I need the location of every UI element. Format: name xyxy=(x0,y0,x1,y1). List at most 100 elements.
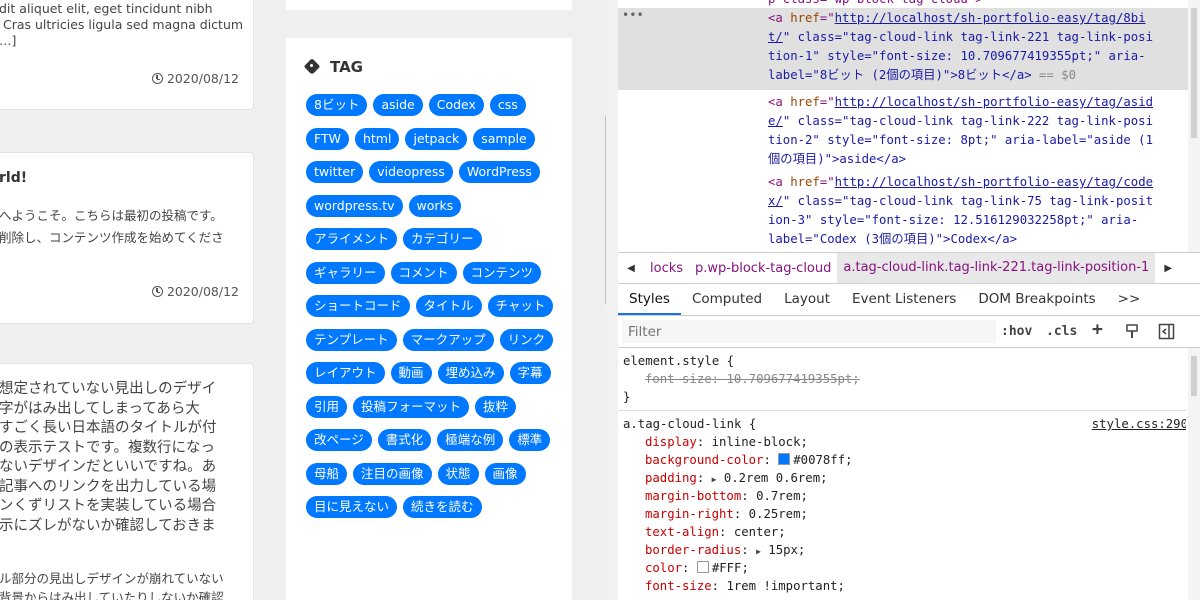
dom-node-line[interactable]: <a href="http://localhost/sh-portfolio-e… xyxy=(768,173,1153,191)
href-link[interactable]: e/ xyxy=(768,114,783,128)
tag-link[interactable]: 抜粋 xyxy=(475,395,517,418)
tag-link[interactable]: 極端な例 xyxy=(437,429,504,451)
tag-link[interactable]: 字幕 xyxy=(509,362,551,384)
tag-link[interactable]: チャット xyxy=(487,295,554,317)
style-source-link[interactable]: style.css:290 xyxy=(1092,415,1186,433)
breadcrumb-item-selected[interactable]: a.tag-cloud-link.tag-link-221.tag-link-p… xyxy=(837,253,1156,283)
tag-link[interactable]: wordpress.tv xyxy=(306,194,403,217)
expand-triangle-icon[interactable]: ▶ xyxy=(712,475,717,484)
style-declaration[interactable]: border-radius: ▶ 15px; xyxy=(645,541,805,561)
tag-link[interactable]: ショートコード xyxy=(306,295,410,317)
elements-scrollbar[interactable] xyxy=(1188,0,1200,252)
post-card[interactable]: 想定されていない見出しのデザイ 字がはみ出してしまってあら大 すごく長い日本語の… xyxy=(0,363,254,600)
color-swatch[interactable] xyxy=(778,453,791,465)
tag-link[interactable]: videopress xyxy=(369,161,453,183)
dom-node-line[interactable]: <a href="http://localhost/sh-portfolio-e… xyxy=(768,9,1146,27)
styles-scrollbar[interactable] xyxy=(1188,348,1200,600)
style-rule-selector[interactable]: element.style { xyxy=(623,352,734,370)
tag-link[interactable]: タイトル xyxy=(415,295,482,317)
href-link[interactable]: http://localhost/sh-portfolio-easy/tag/c… xyxy=(835,175,1153,189)
styles-filter-input[interactable] xyxy=(622,320,996,343)
tag-link[interactable]: 続きを読む xyxy=(403,496,482,518)
style-declaration[interactable]: padding: ▶ 0.2rem 0.6rem; xyxy=(645,469,828,489)
tag-link[interactable]: 状態 xyxy=(437,462,479,485)
tag-link[interactable]: html xyxy=(354,127,400,150)
tag-link[interactable]: 注目の画像 xyxy=(353,462,432,485)
style-declaration[interactable]: margin-right: 0.25rem; xyxy=(645,505,808,523)
tag-link[interactable]: アライメント xyxy=(306,228,398,250)
color-swatch[interactable] xyxy=(696,561,709,573)
tag-link[interactable]: WordPress xyxy=(458,161,540,183)
style-declaration[interactable]: background-color: #0078ff; xyxy=(645,451,853,469)
dom-node-line[interactable]: 個の項目)">aside</a> xyxy=(768,150,906,168)
tag-link[interactable]: コンテンツ xyxy=(462,261,542,284)
style-declaration-overridden[interactable]: font-size: 10.709677419355pt; xyxy=(645,370,860,388)
dom-node-line[interactable]: ion-3" style="font-size: 12.516129032258… xyxy=(768,211,1138,229)
style-declaration[interactable]: display: inline-block; xyxy=(645,433,808,451)
post-title[interactable]: rld! xyxy=(0,170,27,186)
href-link[interactable]: x/ xyxy=(768,194,783,208)
dom-node-parent[interactable]: p class="wp-block-tag-cloud"> xyxy=(768,0,983,8)
tag-link[interactable]: sample xyxy=(473,127,535,150)
styles-scrollbar-thumb[interactable] xyxy=(1191,356,1197,396)
tag-link[interactable]: 埋め込み xyxy=(437,362,504,384)
tab-layout[interactable]: Layout xyxy=(773,284,841,315)
tag-link[interactable]: カテゴリー xyxy=(403,228,482,250)
style-declaration[interactable]: font-size: 1rem !important; xyxy=(645,577,845,595)
breadcrumb-item[interactable]: p.wp-block-tag-cloud xyxy=(689,261,837,276)
tag-link[interactable]: 8ビット xyxy=(306,94,368,116)
tag-link[interactable]: Codex xyxy=(428,94,484,116)
style-declaration[interactable]: text-align: center; xyxy=(645,523,786,541)
href-link[interactable]: t/ xyxy=(768,30,783,44)
breadcrumb-item[interactable]: locks xyxy=(644,261,689,276)
more-tabs-icon[interactable]: >> xyxy=(1107,284,1152,315)
breadcrumb-right-icon[interactable]: ▶ xyxy=(1155,263,1181,274)
tag-link[interactable]: テンプレート xyxy=(306,328,397,351)
style-declaration[interactable]: margin-bottom: 0.7rem; xyxy=(645,487,808,505)
tag-link[interactable]: 母船 xyxy=(306,462,348,485)
class-toggle-button[interactable]: .cls xyxy=(1046,324,1077,339)
dom-node-line[interactable]: label="Codex (3個の項目)">Codex</a> xyxy=(768,230,1017,248)
style-declaration[interactable]: color: #FFF; xyxy=(645,559,749,577)
hover-state-button[interactable]: :hov xyxy=(1001,324,1032,339)
breadcrumb-left-icon[interactable]: ◀ xyxy=(618,263,644,274)
tag-link[interactable]: 目に見えない xyxy=(306,496,398,518)
href-link[interactable]: http://localhost/sh-portfolio-easy/tag/8… xyxy=(835,11,1146,25)
post-card[interactable]: dit aliquet elit, eget tincidunt nibh Cr… xyxy=(0,0,254,110)
elements-scrollbar-thumb[interactable] xyxy=(1191,8,1197,138)
paint-icon[interactable] xyxy=(1124,324,1140,340)
tag-link[interactable]: works xyxy=(408,194,462,217)
tag-link[interactable]: css xyxy=(489,94,526,116)
tag-link[interactable]: 画像 xyxy=(484,462,526,485)
tag-link[interactable]: 投稿フォーマット xyxy=(353,395,470,418)
node-options-icon[interactable]: ••• xyxy=(622,8,644,22)
tab-computed[interactable]: Computed xyxy=(681,284,773,315)
dom-node-line[interactable]: t/" class="tag-cloud-link tag-link-221 t… xyxy=(768,28,1153,46)
dom-node-line[interactable]: tion-1" style="font-size: 10.70967741935… xyxy=(768,47,1146,65)
post-card[interactable]: rld! へようこそ。こちらは最初の投稿です。 削除し、コンテンツ作成を始めてく… xyxy=(0,152,254,324)
toggle-sidebar-icon[interactable] xyxy=(1158,323,1175,340)
dom-node-line[interactable]: e/" class="tag-cloud-link tag-link-222 t… xyxy=(768,112,1153,130)
tag-link[interactable]: コメント xyxy=(390,261,457,284)
tag-link[interactable]: FTW xyxy=(306,127,349,150)
tag-link[interactable]: 改ページ xyxy=(306,429,372,451)
tag-link[interactable]: jetpack xyxy=(405,127,468,150)
href-link[interactable]: http://localhost/sh-portfolio-easy/tag/a… xyxy=(835,95,1153,109)
style-rule-selector[interactable]: a.tag-cloud-link { xyxy=(623,415,756,433)
tag-link[interactable]: ギャラリー xyxy=(306,261,385,284)
tag-link[interactable]: 標準 xyxy=(509,429,551,451)
tag-link[interactable]: 書式化 xyxy=(377,429,432,451)
tag-link[interactable]: twitter xyxy=(306,161,364,183)
expand-triangle-icon[interactable]: ▶ xyxy=(756,547,761,556)
tag-link[interactable]: マークアップ xyxy=(402,328,494,351)
dom-node-line[interactable]: x/" class="tag-cloud-link tag-link-75 ta… xyxy=(768,192,1153,210)
tag-link[interactable]: aside xyxy=(373,94,423,116)
dom-node-line[interactable]: <a href="http://localhost/sh-portfolio-e… xyxy=(768,93,1153,111)
tag-link[interactable]: リンク xyxy=(499,328,554,351)
tag-link[interactable]: レイアウト xyxy=(306,362,385,384)
dom-node-line[interactable]: tion-2" style="font-size: 8pt;" aria-lab… xyxy=(768,131,1153,149)
tab-event-listeners[interactable]: Event Listeners xyxy=(841,284,967,315)
tag-link[interactable]: 動画 xyxy=(390,362,432,384)
tab-dom-breakpoints[interactable]: DOM Breakpoints xyxy=(967,284,1106,315)
dom-node-line[interactable]: label="8ビット (2個の項目)">8ビット</a> == $0 xyxy=(768,66,1076,84)
